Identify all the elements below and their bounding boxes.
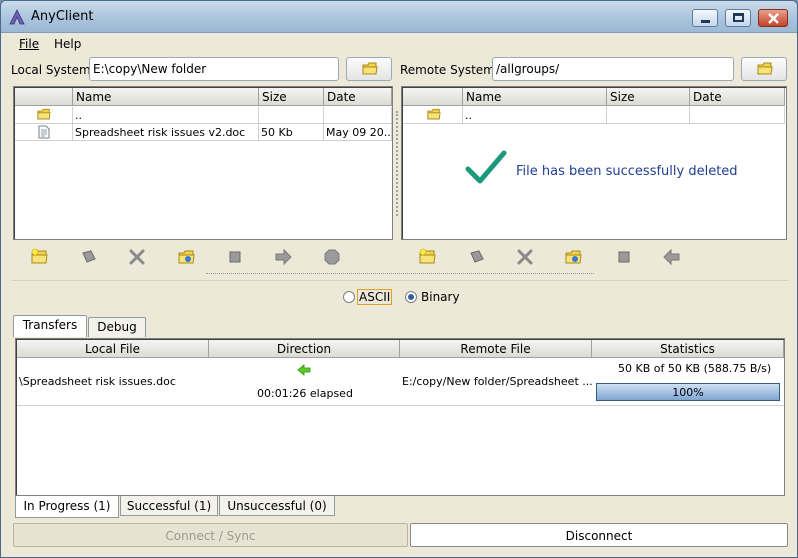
row-date <box>690 107 785 124</box>
row-date: May 09 20... <box>324 124 392 141</box>
folder-icon <box>37 108 51 120</box>
remote-system-label: Remote System <box>400 63 495 77</box>
horizontal-splitter[interactable] <box>206 273 594 274</box>
menu-help[interactable]: Help <box>54 37 81 51</box>
local-icon-column-header <box>15 88 73 106</box>
remote-icon-column-header <box>403 88 463 106</box>
title-bar[interactable]: AnyClient <box>1 1 797 33</box>
checkmark-icon <box>465 150 507 184</box>
new-folder-icon[interactable] <box>30 248 50 266</box>
row-name: .. <box>73 107 259 124</box>
local-file-list[interactable]: Name Size Date .. Spreadsheet risk issue… <box>13 86 393 240</box>
stop-icon[interactable] <box>322 248 342 266</box>
upload-arrow-icon[interactable] <box>273 248 293 266</box>
document-icon <box>38 125 50 139</box>
transfer-progress-bar: 100% <box>596 383 780 401</box>
window-title: AnyClient <box>31 9 94 24</box>
binary-radio[interactable] <box>405 291 417 303</box>
download-arrow-icon[interactable] <box>662 248 682 266</box>
tab-transfers[interactable]: Transfers <box>13 315 87 337</box>
minimize-icon <box>701 20 710 23</box>
binary-label[interactable]: Binary <box>421 290 460 304</box>
local-browse-button[interactable] <box>346 57 392 81</box>
local-path-input[interactable]: E:\copy\New folder <box>89 57 339 81</box>
new-folder-icon[interactable] <box>418 248 438 266</box>
app-window: AnyClient File Help Local System E:\copy… <box>0 0 798 558</box>
properties-icon[interactable] <box>614 248 634 266</box>
row-icon-cell <box>15 124 73 141</box>
row-name: .. <box>463 107 607 124</box>
row-date <box>324 107 392 124</box>
remote-column-name[interactable]: Name <box>463 88 607 106</box>
local-column-size[interactable]: Size <box>259 88 324 106</box>
transfers-column-direction[interactable]: Direction <box>209 340 400 358</box>
local-system-label: Local System <box>11 63 91 77</box>
local-column-name[interactable]: Name <box>73 88 259 106</box>
tab-debug[interactable]: Debug <box>88 317 146 337</box>
delete-icon[interactable] <box>127 248 147 266</box>
progress-label: 100% <box>672 386 704 399</box>
transfer-local-file: \Spreadsheet risk issues.doc <box>19 375 176 388</box>
tab-in-progress[interactable]: In Progress (1) <box>15 496 119 518</box>
ascii-radio[interactable] <box>343 291 355 303</box>
transfers-table[interactable]: Local File Direction Remote File Statist… <box>15 338 785 496</box>
transfer-stats: 50 KB of 50 KB (588.75 B/s) <box>618 362 772 375</box>
anyclient-logo-icon <box>9 9 25 25</box>
local-column-date[interactable]: Date <box>324 88 392 106</box>
folder-icon <box>427 108 441 120</box>
direction-left-arrow-icon <box>297 364 311 376</box>
row-size <box>607 107 690 124</box>
remote-path-input[interactable]: /allgroups/ <box>492 57 734 81</box>
refresh-folder-icon[interactable] <box>177 248 197 266</box>
tab-successful[interactable]: Successful (1) <box>120 496 218 516</box>
delete-icon[interactable] <box>515 248 535 266</box>
maximize-button[interactable] <box>725 9 751 27</box>
rename-icon[interactable] <box>467 248 487 266</box>
row-size: 50 Kb <box>259 124 324 141</box>
transfer-elapsed: 00:01:26 elapsed <box>257 387 353 400</box>
menu-bar: File Help <box>1 33 797 55</box>
row-name: Spreadsheet risk issues v2.doc <box>73 124 259 141</box>
refresh-folder-icon[interactable] <box>564 248 584 266</box>
folder-icon <box>362 62 378 75</box>
connect-sync-button[interactable]: Connect / Sync <box>13 523 408 547</box>
rename-icon[interactable] <box>79 248 99 266</box>
row-size <box>259 107 324 124</box>
transfers-column-local-file[interactable]: Local File <box>17 340 209 358</box>
transfers-column-statistics[interactable]: Statistics <box>592 340 784 358</box>
ascii-label[interactable]: ASCII <box>357 289 393 305</box>
folder-icon <box>757 62 773 75</box>
row-icon-cell <box>15 107 73 124</box>
row-icon-cell <box>403 107 463 124</box>
transfer-remote-file: E:/copy/New folder/Spreadsheet ... <box>402 375 593 388</box>
remote-column-size[interactable]: Size <box>607 88 690 106</box>
remote-browse-button[interactable] <box>741 57 787 81</box>
remote-column-date[interactable]: Date <box>690 88 785 106</box>
tab-unsuccessful[interactable]: Unsuccessful (0) <box>219 496 335 516</box>
properties-icon[interactable] <box>225 248 245 266</box>
disconnect-button[interactable]: Disconnect <box>410 523 788 547</box>
menu-file[interactable]: File <box>19 37 39 51</box>
divider <box>11 280 789 281</box>
row-separator <box>17 405 784 406</box>
status-message: File has been successfully deleted <box>516 164 738 179</box>
close-icon <box>768 13 779 24</box>
close-button[interactable] <box>758 9 788 27</box>
transfers-column-remote-file[interactable]: Remote File <box>400 340 592 358</box>
minimize-button[interactable] <box>692 9 718 27</box>
remote-file-list[interactable]: Name Size Date .. File has been successf… <box>401 86 787 240</box>
maximize-icon <box>733 13 744 22</box>
panel-splitter[interactable] <box>396 111 398 216</box>
